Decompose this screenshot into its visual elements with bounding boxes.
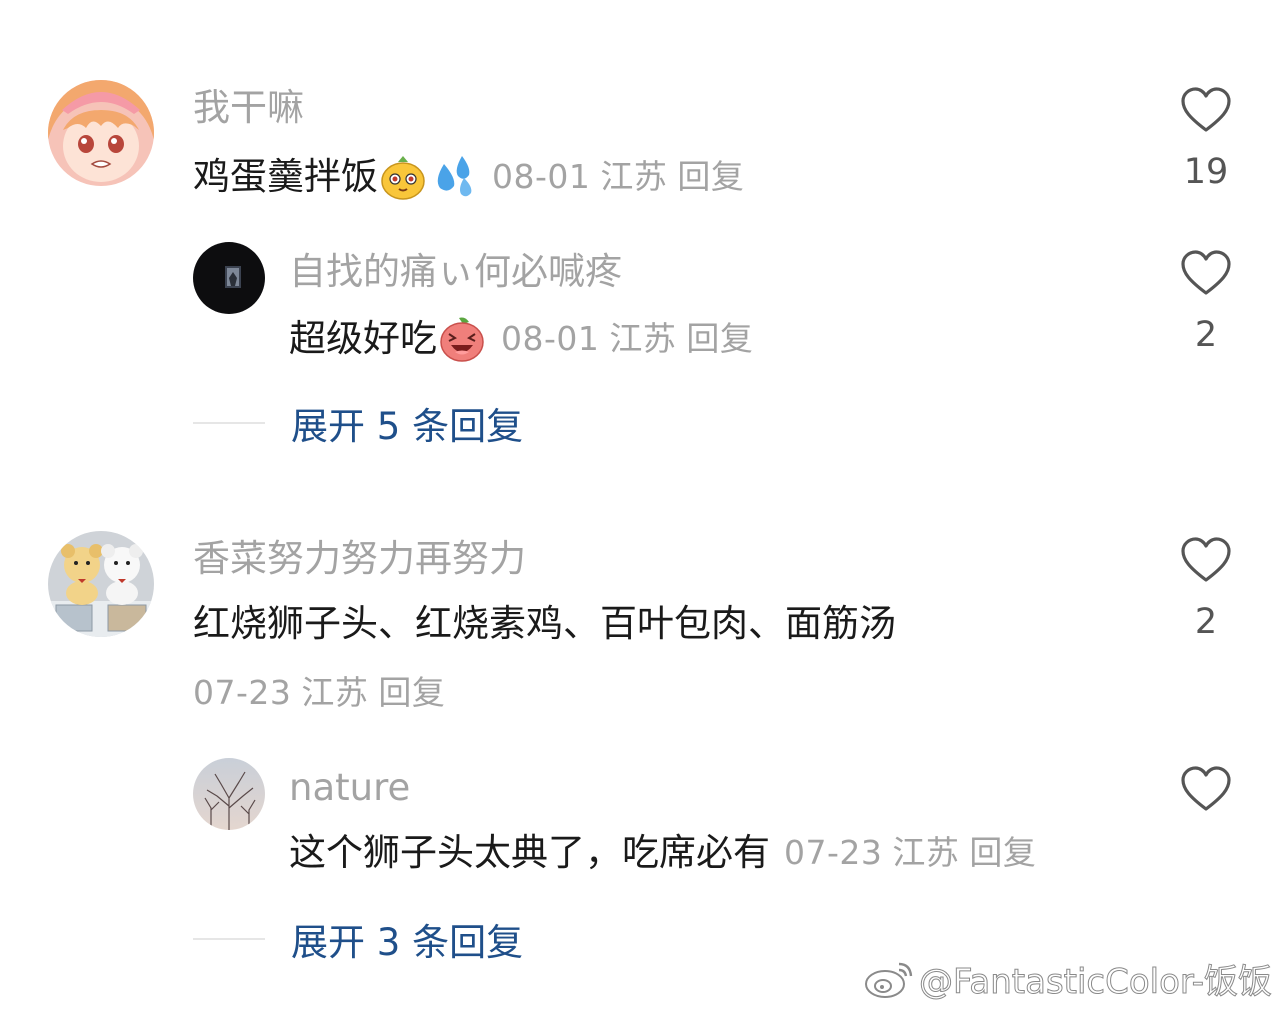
like-button[interactable]: 2 <box>1176 536 1236 642</box>
reply-button[interactable]: 回复 <box>686 319 753 358</box>
comment-body: 红烧狮子头、红烧素鸡、百叶包肉、面筋汤 <box>193 601 896 647</box>
comment-date: 07-23 <box>193 673 292 712</box>
heart-icon <box>1181 766 1231 811</box>
heart-icon <box>1181 250 1231 295</box>
avatar-anime-girl[interactable] <box>48 80 154 186</box>
comment-location: 江苏 <box>600 157 668 196</box>
reply-username[interactable]: 自找的痛ぃ何必喊疼 <box>289 250 622 294</box>
like-count: 19 <box>1183 152 1229 192</box>
reply-button[interactable]: 回复 <box>378 673 445 712</box>
weibo-logo-icon <box>864 962 913 998</box>
expand-replies[interactable]: 展开 3 条回复 <box>193 912 523 966</box>
reply-text: 这个狮子头太典了，吃席必有 <box>289 831 770 874</box>
reply-date: 08-01 <box>501 319 600 358</box>
reply-meta: 08-01 江苏 回复 <box>501 316 753 362</box>
avatar-bare-tree[interactable] <box>193 758 265 830</box>
avatar-plush-toys[interactable] <box>48 531 154 637</box>
comment-body: 鸡蛋羹拌饭 08-01 江苏 回复 <box>193 152 744 202</box>
reply-text: 超级好吃 <box>289 317 437 360</box>
expand-replies-label[interactable]: 展开 5 条回复 <box>291 396 523 450</box>
orange-face-emoji <box>378 152 428 202</box>
reply-meta: 07-23 江苏 回复 <box>784 830 1036 876</box>
reply-body: 这个狮子头太典了，吃席必有 07-23 江苏 回复 <box>289 830 1036 876</box>
comment-location: 江苏 <box>301 673 369 712</box>
reply-location: 江苏 <box>609 319 677 358</box>
comment-date: 08-01 <box>492 157 591 196</box>
heart-icon <box>1181 87 1231 132</box>
like-button[interactable]: 19 <box>1176 86 1236 192</box>
expand-replies[interactable]: 展开 5 条回复 <box>193 396 523 450</box>
like-button[interactable] <box>1176 765 1236 831</box>
comment-text: 鸡蛋羹拌饭 <box>193 155 378 198</box>
reply-body: 超级好吃 08-01 江苏 回复 <box>289 314 753 364</box>
reply-date: 07-23 <box>784 833 883 872</box>
reply-button[interactable]: 回复 <box>677 157 744 196</box>
comment-meta: 07-23 江苏 回复 <box>193 671 445 715</box>
reply-button[interactable]: 回复 <box>969 833 1036 872</box>
heart-icon <box>1181 537 1231 582</box>
like-count: 2 <box>1194 602 1218 642</box>
laughing-peach-emoji <box>437 314 487 364</box>
comment-username[interactable]: 香菜努力努力再努力 <box>193 537 526 581</box>
divider <box>193 422 265 424</box>
like-count: 2 <box>1194 315 1218 355</box>
sweat-drops-emoji <box>428 152 478 202</box>
expand-replies-label[interactable]: 展开 3 条回复 <box>291 912 523 966</box>
reply-username[interactable]: nature <box>289 766 410 810</box>
comment-username[interactable]: 我干嘛 <box>193 86 304 130</box>
divider <box>193 938 265 940</box>
comment-meta: 08-01 江苏 回复 <box>492 154 744 200</box>
watermark-text: @FantasticColor-饭饭 <box>918 962 1272 1003</box>
reply-location: 江苏 <box>892 833 960 872</box>
comment-text: 红烧狮子头、红烧素鸡、百叶包肉、面筋汤 <box>193 602 896 645</box>
like-button[interactable]: 2 <box>1176 249 1236 355</box>
watermark: @FantasticColor-饭饭 <box>863 954 1273 1003</box>
avatar-dark-window[interactable] <box>193 242 265 314</box>
